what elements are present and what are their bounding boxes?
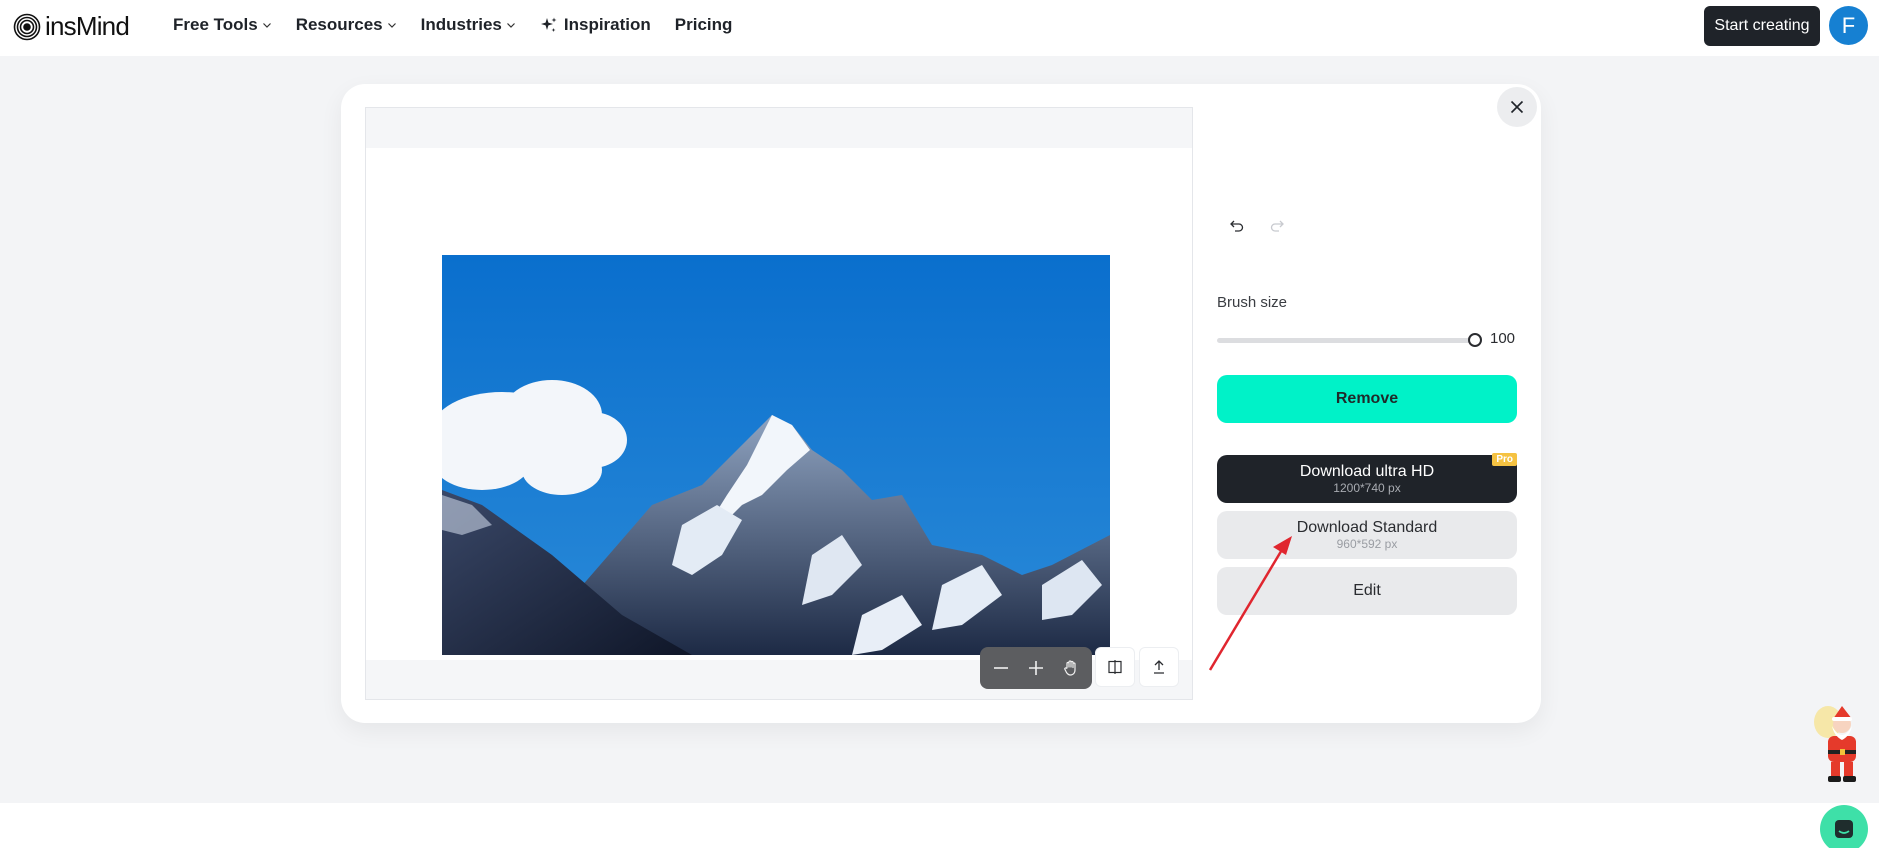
compare-icon [1108, 660, 1122, 674]
top-navbar: insMind Free Tools Resources Industries … [0, 0, 1879, 56]
chat-icon [1835, 820, 1853, 838]
compare-button[interactable] [1095, 647, 1135, 687]
nav-resources[interactable]: Resources [296, 15, 397, 35]
pro-badge: Pro [1492, 453, 1517, 466]
nav-label: Free Tools [173, 15, 258, 34]
nav-label: Pricing [674, 15, 733, 34]
start-creating-button[interactable]: Start creating [1704, 6, 1820, 46]
download-standard-button[interactable]: Download Standard 960*592 px [1217, 511, 1517, 559]
brush-size-slider[interactable] [1217, 332, 1482, 348]
redo-button[interactable] [1264, 213, 1290, 239]
sparkle-icon [540, 17, 557, 32]
download-standard-size: 960*592 px [1336, 537, 1398, 551]
brush-size-value: 100 [1490, 330, 1516, 347]
result-image [442, 255, 1110, 655]
minus-icon [994, 667, 1009, 669]
slider-track [1217, 338, 1475, 343]
nav-inspiration[interactable]: Inspiration [540, 15, 651, 35]
chevron-down-icon [387, 23, 396, 28]
chevron-down-icon [506, 23, 515, 28]
nav-label: Industries [420, 15, 502, 34]
undo-button[interactable] [1224, 213, 1250, 239]
canvas-artboard [366, 148, 1192, 660]
plus-icon [1028, 661, 1043, 675]
santa-mascot[interactable] [1810, 700, 1868, 786]
editor-canvas[interactable] [365, 107, 1193, 700]
zoom-in-button[interactable] [1021, 653, 1051, 683]
close-button[interactable] [1497, 87, 1537, 127]
upload-button[interactable] [1139, 647, 1179, 687]
user-avatar[interactable]: F [1829, 6, 1868, 45]
edit-button[interactable]: Edit [1217, 567, 1517, 615]
download-standard-label: Download Standard [1296, 519, 1438, 536]
upload-icon [1154, 660, 1164, 674]
nav-label: Resources [295, 15, 383, 34]
nav-industries[interactable]: Industries [421, 15, 516, 35]
close-icon [1510, 100, 1524, 114]
slider-thumb[interactable] [1468, 333, 1482, 347]
hand-icon [1063, 660, 1076, 676]
chevron-down-icon [262, 23, 271, 28]
footer-band [0, 803, 1879, 848]
zoom-controls [980, 647, 1092, 689]
brand-name: insMind [45, 11, 130, 41]
nav-pricing[interactable]: Pricing [675, 15, 733, 35]
remove-button[interactable]: Remove [1217, 375, 1517, 423]
brush-size-label: Brush size [1217, 294, 1288, 311]
download-hd-size: 1200*740 px [1333, 481, 1401, 495]
redo-icon [1270, 220, 1284, 232]
brand-logo[interactable]: insMind [13, 11, 130, 42]
download-hd-label: Download ultra HD [1299, 463, 1435, 480]
pan-button[interactable] [1056, 653, 1086, 683]
zoom-out-button[interactable] [986, 653, 1016, 683]
download-ultra-hd-button[interactable]: Download ultra HD 1200*740 px Pro [1217, 453, 1517, 503]
logo-icon [13, 13, 41, 40]
chat-support-button[interactable] [1820, 805, 1868, 848]
nav-free-tools[interactable]: Free Tools [173, 15, 272, 35]
undo-icon [1230, 220, 1244, 232]
mountain-photo [442, 255, 1110, 655]
nav-label: Inspiration [563, 15, 651, 34]
main-nav: Free Tools Resources Industries Inspirat… [173, 0, 756, 50]
